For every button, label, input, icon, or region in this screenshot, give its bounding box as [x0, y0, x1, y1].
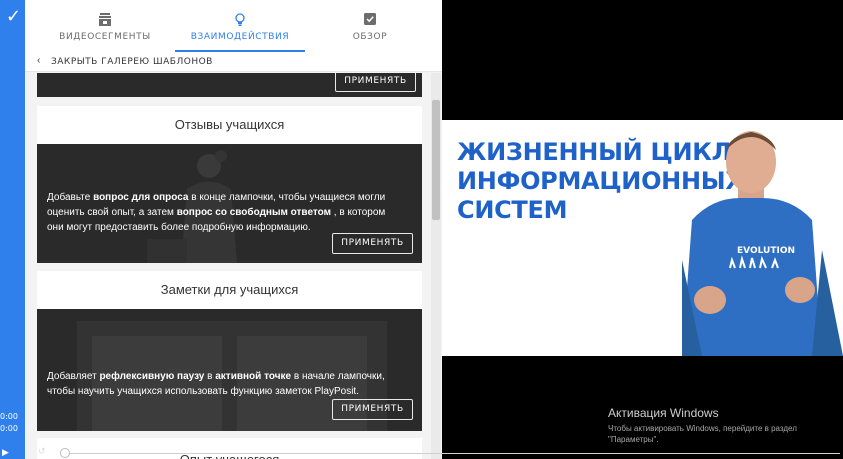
card-body: Добавляет рефлексивную паузу в активной …	[37, 309, 422, 431]
replay-icon[interactable]: ↺	[38, 446, 46, 457]
apply-button[interactable]: ПРИМЕНЯТЬ	[332, 233, 413, 254]
player-sidebar: ✓ 0:00 0:00	[0, 0, 25, 459]
close-gallery-link[interactable]: ‹ ЗАКРЫТЬ ГАЛЕРЕЮ ШАБЛОНОВ	[25, 52, 442, 72]
video-player[interactable]: ЖИЗНЕННЫЙ ЦИКЛ ИНФОРМАЦИОННЫХ СИСТЕМ EVO…	[442, 0, 843, 459]
progress-bar[interactable]: ▶ ↺	[0, 446, 843, 459]
presenter-image: EVOLUTION	[682, 131, 843, 356]
tab-overview[interactable]: ОБЗОР	[315, 0, 425, 52]
card-description: Добавляет рефлексивную паузу в активной …	[47, 371, 385, 397]
tab-bar: ВИДЕОСЕГМЕНТЫ ВЗАИМОДЕЙСТВИЯ ОБЗОР	[25, 0, 442, 52]
template-card-student-feedback: Отзывы учащихся Добавьте вопрос для опро…	[37, 106, 422, 263]
card-title: Отзывы учащихся	[37, 106, 422, 144]
shirt-text: EVOLUTION	[737, 246, 795, 256]
tab-label: ВЗАИМОДЕЙСТВИЯ	[190, 32, 290, 42]
time-total: 0:00	[0, 424, 18, 433]
card-description: Добавьте вопрос для опроса в конце лампо…	[47, 192, 386, 233]
lightbulb-icon	[235, 13, 245, 26]
template-card: ПРИМЕНЯТЬ	[37, 73, 422, 97]
tab-video-segments[interactable]: ВИДЕОСЕГМЕНТЫ	[45, 0, 165, 52]
interactions-panel: ВИДЕОСЕГМЕНТЫ ВЗАИМОДЕЙСТВИЯ ОБЗОР ‹ ЗАК…	[25, 0, 442, 459]
tab-label: ВИДЕОСЕГМЕНТЫ	[59, 32, 151, 42]
tab-interactions[interactable]: ВЗАИМОДЕЙСТВИЯ	[175, 0, 305, 52]
checkbox-icon	[364, 13, 376, 25]
watermark-title: Активация Windows	[608, 406, 719, 420]
play-icon[interactable]: ▶	[2, 447, 9, 458]
template-card-student-notes: Заметки для учащихся Добавляет рефлексив…	[37, 271, 422, 431]
apply-button[interactable]: ПРИМЕНЯТЬ	[335, 73, 416, 92]
watermark-subtitle: Чтобы активировать Windows, перейдите в …	[608, 424, 797, 444]
progress-knob[interactable]	[60, 448, 70, 458]
time-elapsed: 0:00	[0, 412, 18, 421]
apply-button[interactable]: ПРИМЕНЯТЬ	[332, 399, 413, 420]
video-segments-icon	[99, 13, 111, 26]
windows-activation-watermark: Активация Windows Чтобы активировать Win…	[608, 406, 833, 445]
chevron-left-icon: ‹	[37, 55, 41, 66]
tab-label: ОБЗОР	[352, 32, 388, 42]
progress-track[interactable]	[60, 453, 840, 454]
card-body: Добавьте вопрос для опроса в конце лампо…	[37, 144, 422, 263]
close-gallery-label: ЗАКРЫТЬ ГАЛЕРЕЮ ШАБЛОНОВ	[51, 57, 213, 67]
video-frame: ЖИЗНЕННЫЙ ЦИКЛ ИНФОРМАЦИОННЫХ СИСТЕМ EVO…	[442, 120, 843, 356]
card-title: Заметки для учащихся	[37, 271, 422, 309]
template-gallery: ПРИМЕНЯТЬ Отзывы учащихся Добавьте вопро…	[25, 73, 442, 459]
scrollbar-thumb[interactable]	[432, 100, 440, 220]
logo-icon: ✓	[6, 6, 22, 27]
